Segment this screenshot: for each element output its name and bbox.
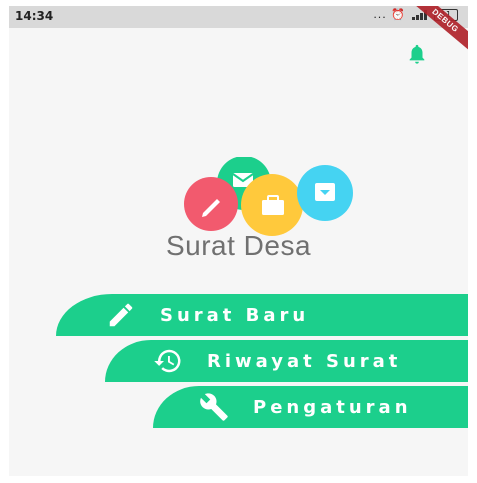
safe-icon <box>315 183 335 201</box>
letter-history-button[interactable]: Riwayat Surat <box>105 340 468 382</box>
new-letter-button[interactable]: Surat Baru <box>56 294 468 336</box>
wrench-icon <box>197 392 231 422</box>
app-title: Surat Desa <box>165 230 312 261</box>
notification-bell-icon[interactable] <box>406 43 428 65</box>
pencil-icon <box>104 300 138 330</box>
settings-button[interactable]: Pengaturan <box>153 386 468 428</box>
status-bar: 14:34 ... ⏰ 41 DEBUG <box>9 6 468 56</box>
history-icon <box>151 346 185 376</box>
status-time: 14:34 <box>15 9 54 23</box>
letter-history-label: Riwayat Surat <box>207 350 402 372</box>
new-letter-label: Surat Baru <box>160 304 310 326</box>
settings-label: Pengaturan <box>253 396 412 418</box>
status-notification-icons: ... ⏰ <box>373 8 406 21</box>
app-screen: 14:34 ... ⏰ 41 DEBUG <box>9 6 468 476</box>
logo-red-circle <box>184 177 238 231</box>
app-logo <box>184 157 353 236</box>
